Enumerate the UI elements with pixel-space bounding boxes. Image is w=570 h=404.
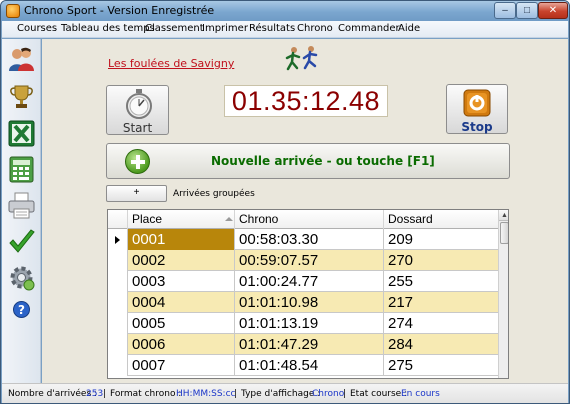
menu-tableau-des-temps[interactable]: Tableau des temps <box>61 23 155 34</box>
group-arrivals-button[interactable]: + <box>106 185 167 202</box>
title-bar[interactable]: Chrono Sport - Version Enregistrée – □ ✕ <box>1 1 569 21</box>
svg-text:?: ? <box>18 303 25 317</box>
status-separator: | <box>343 389 347 399</box>
status-state-value: En cours <box>401 389 440 399</box>
close-button[interactable]: ✕ <box>538 2 568 19</box>
group-arrivals-button-label: + <box>133 187 140 198</box>
cell-chrono[interactable]: 01:01:13.19 <box>235 313 384 334</box>
group-arrivals-label: Arrivées groupées <box>173 189 255 199</box>
stopwatch-icon <box>126 89 152 119</box>
table-row[interactable]: 0001 00:58:03.30 209 <box>108 229 498 250</box>
start-label: Start <box>122 121 153 135</box>
cell-chrono[interactable]: 01:01:10.98 <box>235 292 384 313</box>
current-row-icon <box>115 236 120 244</box>
menu-imprimer[interactable]: Imprimer <box>202 23 248 34</box>
help-icon[interactable]: ? <box>7 295 36 324</box>
row-selector[interactable] <box>108 229 128 250</box>
table-row[interactable]: 0006 01:01:47.29 284 <box>108 334 498 355</box>
status-state-label: Etat course : <box>350 389 408 399</box>
cell-chrono[interactable]: 01:00:24.77 <box>235 271 384 292</box>
cell-place[interactable]: 0006 <box>128 334 235 355</box>
menu-bar: Courses Tableau des temps Classement Imp… <box>2 21 568 38</box>
cell-dossard[interactable]: 284 <box>384 334 498 355</box>
table-header: Place Chrono Dossard <box>108 210 498 229</box>
checkmark-icon[interactable] <box>7 228 36 257</box>
cell-place[interactable]: 0001 <box>128 229 235 250</box>
cell-dossard[interactable]: 255 <box>384 271 498 292</box>
table-row[interactable]: 0002 00:59:07.57 270 <box>108 250 498 271</box>
cell-chrono[interactable]: 00:58:03.30 <box>235 229 384 250</box>
row-selector[interactable] <box>108 334 128 355</box>
new-arrival-label: Nouvelle arrivée - ou touche [F1] <box>211 154 435 168</box>
new-arrival-button[interactable]: Nouvelle arrivée - ou touche [F1] <box>106 143 510 179</box>
scroll-up-icon[interactable]: ▲ <box>499 210 508 221</box>
table-row[interactable]: 0005 01:01:13.19 274 <box>108 313 498 334</box>
users-icon[interactable] <box>7 45 36 74</box>
row-selector[interactable] <box>108 313 128 334</box>
cell-place[interactable]: 0003 <box>128 271 235 292</box>
cell-chrono[interactable]: 01:01:48.54 <box>235 355 384 376</box>
calculator-icon[interactable] <box>7 155 36 184</box>
scroll-thumb[interactable] <box>500 222 508 244</box>
status-display-value: Chrono <box>312 389 345 399</box>
row-selector[interactable] <box>108 271 128 292</box>
sidebar-toolbar: ? <box>2 39 41 383</box>
column-header-place[interactable]: Place <box>128 210 235 229</box>
cell-chrono[interactable]: 00:59:07.57 <box>235 250 384 271</box>
chrono-display: 01.35:12.48 <box>224 85 388 117</box>
gear-icon[interactable] <box>7 263 36 292</box>
cell-chrono[interactable]: 01:01:47.29 <box>235 334 384 355</box>
menu-aide[interactable]: Aide <box>398 23 420 34</box>
status-separator: | <box>103 389 107 399</box>
trophy-icon[interactable] <box>7 82 36 111</box>
table-row[interactable]: 0004 01:01:10.98 217 <box>108 292 498 313</box>
column-header-chrono[interactable]: Chrono <box>235 210 384 229</box>
status-format-label: Format chrono : <box>110 389 182 399</box>
runners-icon <box>285 46 318 71</box>
app-icon <box>6 4 20 18</box>
stop-button[interactable]: Stop <box>446 84 508 134</box>
start-button[interactable]: Start <box>106 85 169 135</box>
table-row[interactable]: 0003 01:00:24.77 255 <box>108 271 498 292</box>
plus-icon <box>125 149 150 174</box>
column-header-dossard[interactable]: Dossard <box>384 210 498 229</box>
window-title: Chrono Sport - Version Enregistrée <box>24 4 215 17</box>
menu-classement[interactable]: Classement <box>145 23 204 34</box>
status-arrivals-label: Nombre d'arrivées : <box>8 389 98 399</box>
row-selector[interactable] <box>108 292 128 313</box>
status-bar: Nombre d'arrivées : 253 | Format chrono … <box>2 383 568 403</box>
status-separator: | <box>234 389 238 399</box>
cell-dossard[interactable]: 209 <box>384 229 498 250</box>
row-selector[interactable] <box>108 355 128 376</box>
stop-label: Stop <box>461 120 493 134</box>
row-selector[interactable] <box>108 250 128 271</box>
maximize-button[interactable]: □ <box>516 2 538 19</box>
status-display-label: Type d'affichage : <box>241 389 321 399</box>
menu-resultats[interactable]: Résultats <box>249 23 295 34</box>
cell-place[interactable]: 0007 <box>128 355 235 376</box>
arrivals-table[interactable]: Place Chrono Dossard 0001 00:58:03.30 20… <box>107 209 509 379</box>
minimize-button[interactable]: – <box>494 2 516 19</box>
stop-icon <box>463 89 491 117</box>
cell-place[interactable]: 0004 <box>128 292 235 313</box>
menu-commander[interactable]: Commander <box>338 23 400 34</box>
cell-dossard[interactable]: 275 <box>384 355 498 376</box>
table-row[interactable]: 0007 01:01:48.54 275 <box>108 355 498 376</box>
menu-courses[interactable]: Courses <box>17 23 57 34</box>
app-window: Chrono Sport - Version Enregistrée – □ ✕… <box>0 0 570 404</box>
cell-dossard[interactable]: 274 <box>384 313 498 334</box>
excel-icon[interactable] <box>7 119 36 148</box>
table-scrollbar[interactable]: ▲ <box>498 210 508 378</box>
printer-icon[interactable] <box>7 191 36 220</box>
cell-place[interactable]: 0005 <box>128 313 235 334</box>
sort-ascending-icon <box>225 217 233 221</box>
row-selector-header <box>108 210 128 229</box>
menu-chrono[interactable]: Chrono <box>297 23 333 34</box>
cell-dossard[interactable]: 217 <box>384 292 498 313</box>
race-name-link[interactable]: Les foulées de Savigny <box>108 57 234 70</box>
cell-place[interactable]: 0002 <box>128 250 235 271</box>
cell-dossard[interactable]: 270 <box>384 250 498 271</box>
status-arrivals-value: 253 <box>86 389 104 399</box>
status-format-value: HH:MM:SS:cc <box>176 389 236 399</box>
